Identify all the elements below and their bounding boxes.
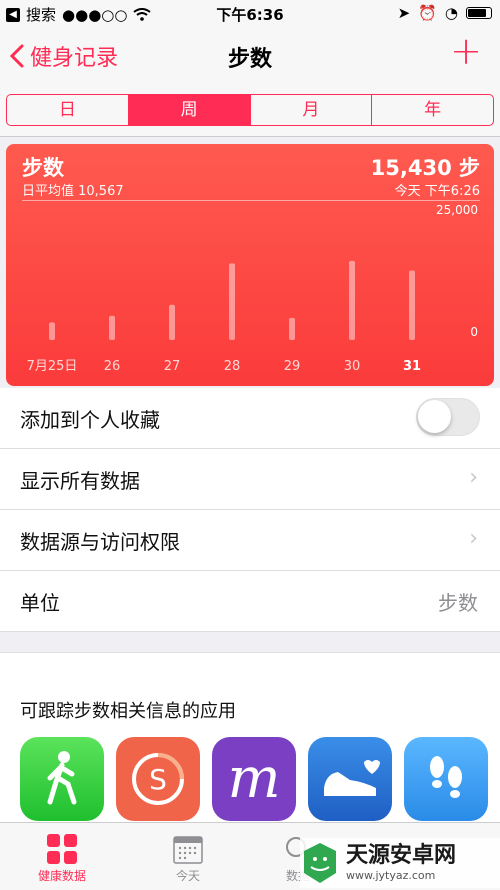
m-letter-icon: m: [227, 746, 281, 811]
x-tick-label: 28: [224, 359, 241, 374]
chart-bar: [349, 260, 355, 340]
moves-app-icon[interactable]: m: [212, 737, 296, 821]
show-all-data-label: 显示所有数据: [20, 469, 140, 493]
x-tick-label: 29: [284, 359, 301, 374]
related-apps-heading: 可跟踪步数相关信息的应用: [20, 701, 236, 722]
tab-today[interactable]: 今天: [138, 831, 238, 884]
walking-app-icon[interactable]: [20, 737, 104, 821]
tab-label: 今天: [175, 869, 200, 883]
footsteps-app-icon[interactable]: [404, 737, 488, 821]
x-tick-label: 7月25日: [27, 359, 78, 374]
svg-text:S: S: [149, 763, 167, 796]
chevron-right-icon: ›: [469, 526, 478, 551]
sources-access-label: 数据源与访问权限: [20, 530, 180, 554]
grid-icon: [47, 834, 77, 864]
related-apps-section: 可跟踪步数相关信息的应用 S m: [0, 652, 500, 823]
tab-health-data[interactable]: 健康数据: [12, 831, 112, 884]
segment-month[interactable]: 月: [251, 95, 373, 125]
x-tick-label: 26: [104, 359, 121, 374]
footprints-icon: [430, 756, 462, 798]
watermark-logo: 天源安卓网 www.jytyaz.com: [300, 838, 500, 888]
unit-label: 单位: [20, 591, 60, 615]
x-tick-label: 31: [403, 359, 421, 374]
s-ring-icon: S: [132, 753, 184, 805]
chart-bar: [229, 263, 235, 340]
running-app-icon[interactable]: [308, 737, 392, 821]
segment-week[interactable]: 周: [128, 95, 251, 125]
unit-row[interactable]: 单位 步数: [0, 571, 500, 632]
add-button[interactable]: +: [450, 32, 482, 70]
chart-bar: [409, 270, 415, 340]
add-favorite-row: 添加到个人收藏: [0, 388, 500, 449]
segment-day[interactable]: 日: [7, 95, 129, 125]
android-logo-icon: [304, 843, 336, 883]
y-tick-min: 0: [470, 325, 478, 339]
add-favorite-label: 添加到个人收藏: [20, 408, 160, 432]
sweatcoin-app-icon[interactable]: S: [116, 737, 200, 821]
segment-year[interactable]: 年: [372, 95, 493, 125]
watermark-url: www.jytyaz.com: [346, 868, 436, 882]
steps-chart-card[interactable]: 步数 日平均值 10,567 15,430 步 今天 下午6:26 25,000…: [6, 144, 494, 386]
settings-list: 添加到个人收藏 显示所有数据 › 数据源与访问权限 › 单位 步数: [0, 388, 500, 632]
battery-icon: [466, 7, 492, 19]
watermark-brand: 天源安卓网: [346, 843, 457, 869]
show-all-data-row[interactable]: 显示所有数据 ›: [0, 449, 500, 510]
status-bar: ◀ 搜索 ●●●○○ 下午6:36 ➤ ⏰ ◔: [0, 0, 500, 28]
alarm-icon: ⏰: [418, 4, 437, 22]
x-tick-label: 30: [344, 359, 361, 374]
favorite-toggle[interactable]: [416, 398, 480, 436]
location-icon: ➤: [397, 4, 411, 22]
sneaker-icon: [324, 760, 380, 796]
calendar-icon: [173, 836, 203, 864]
chart-bar: [109, 315, 115, 340]
sources-access-row[interactable]: 数据源与访问权限 ›: [0, 510, 500, 571]
chart-bar: [49, 322, 55, 340]
chevron-right-icon: ›: [469, 465, 478, 490]
orientation-lock-icon: ◔: [444, 4, 458, 22]
x-tick-label: 27: [164, 359, 181, 374]
period-segmented-control: 日 周 月 年: [6, 94, 494, 126]
tab-label: 健康数据: [37, 869, 86, 883]
walking-person-icon: [47, 751, 77, 805]
chart-bar: [289, 317, 295, 340]
period-selector-bar: 日 周 月 年: [0, 84, 500, 137]
navigation-bar: 健身记录 步数 +: [0, 28, 500, 84]
chart-bar: [169, 304, 175, 340]
y-tick-max: 25,000: [436, 203, 478, 217]
unit-value: 步数: [438, 591, 478, 615]
steps-bar-chart: 25,000 0 7月25日 26 27 28 29 30 31: [27, 203, 478, 374]
page-title: 步数: [227, 47, 272, 72]
